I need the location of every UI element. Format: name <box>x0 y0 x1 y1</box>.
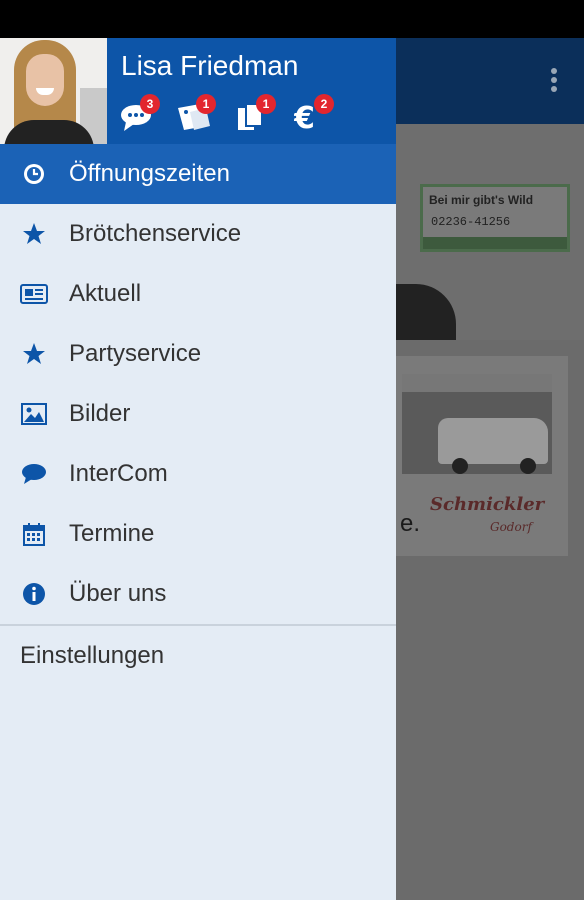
menu-item-oeffnungszeiten[interactable]: Öffnungszeiten <box>0 144 396 204</box>
documents-button[interactable]: 1 <box>236 94 276 132</box>
menu-item-label: Über uns <box>69 580 167 607</box>
calendar-icon <box>20 522 48 546</box>
newspaper-icon <box>20 282 48 306</box>
menu-item-label: Termine <box>69 520 155 547</box>
menu-item-bilder[interactable]: Bilder <box>0 384 396 444</box>
logo-text: Schmickler <box>430 494 545 515</box>
menu-item-label: Bilder <box>69 400 131 427</box>
image-icon <box>20 402 48 426</box>
menu-item-label: Partyservice <box>69 340 202 367</box>
count-badge: 1 <box>196 94 216 114</box>
menu-item-broetchenservice[interactable]: Brötchenservice <box>0 204 396 264</box>
notification-badges: 3 1 1 € 2 <box>120 94 350 132</box>
count-badge: 1 <box>256 94 276 114</box>
navigation-drawer: Lisa Friedman 3 1 1 € 2 Öffnungszeiten B… <box>0 38 396 900</box>
settings-item[interactable]: Einstellungen <box>0 626 396 692</box>
status-bar <box>0 0 584 38</box>
star-icon <box>20 342 48 366</box>
speech-bubble-icon <box>20 462 48 486</box>
menu-item-partyservice[interactable]: Partyservice <box>0 324 396 384</box>
star-icon <box>20 222 48 246</box>
content-card: e. Schmickler Godorf <box>396 356 568 556</box>
menu-item-ueber-uns[interactable]: Über uns <box>0 564 396 624</box>
menu-item-label: Öffnungszeiten <box>69 160 231 187</box>
menu-item-aktuell[interactable]: Aktuell <box>0 264 396 324</box>
clock-icon <box>20 162 48 186</box>
menu-item-intercom[interactable]: InterCom <box>0 444 396 504</box>
avatar[interactable] <box>0 38 107 144</box>
profile-header: Lisa Friedman 3 1 1 € 2 <box>0 38 396 144</box>
messages-button[interactable]: 3 <box>120 94 160 132</box>
payments-button[interactable]: € 2 <box>294 94 334 132</box>
overflow-menu-icon[interactable] <box>550 68 558 98</box>
count-badge: 3 <box>140 94 160 114</box>
card-text: e. <box>400 510 421 537</box>
count-badge: 2 <box>314 94 334 114</box>
svg-text:€: € <box>294 102 315 132</box>
menu-item-label: Brötchenservice <box>69 220 242 247</box>
menu-item-label: Aktuell <box>69 280 142 307</box>
hero-sign: Bei mir gibt's Wild 02236-41256 <box>420 184 570 252</box>
shop-photo <box>402 374 552 474</box>
menu-item-termine[interactable]: Termine <box>0 504 396 564</box>
drawer-menu: Öffnungszeiten Brötchenservice Aktuell P… <box>0 144 396 692</box>
menu-item-label: InterCom <box>69 460 168 487</box>
info-icon <box>20 582 48 606</box>
coupons-button[interactable]: 1 <box>176 94 216 132</box>
sign-line-1: Bei mir gibt's Wild <box>429 193 534 207</box>
settings-label: Einstellungen <box>20 642 165 669</box>
hero-image: Bei mir gibt's Wild 02236-41256 <box>396 124 584 340</box>
sign-line-2: 02236-41256 <box>431 215 511 229</box>
logo-subtext: Godorf <box>490 520 532 534</box>
user-name: Lisa Friedman <box>121 50 299 81</box>
